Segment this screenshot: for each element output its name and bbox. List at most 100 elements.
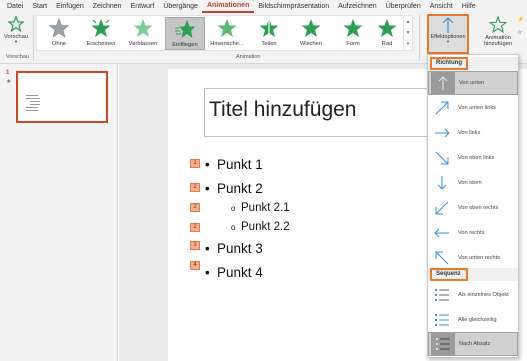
gallery-scroll[interactable]: ▲ ▼ ▾ bbox=[403, 16, 412, 50]
star-fly-in-icon bbox=[175, 20, 195, 38]
anim-fly-in[interactable]: Einfliegen bbox=[165, 17, 205, 50]
menu-bar: Datei Start Einfügen Zeichnen Entwurf Üb… bbox=[0, 0, 527, 13]
anim-label: Einfliegen bbox=[172, 42, 198, 48]
bullet-text: Punkt 1 bbox=[217, 157, 263, 172]
direction-from-top-left[interactable]: Von oben links bbox=[428, 146, 518, 170]
animation-tag[interactable]: 2 bbox=[190, 203, 200, 212]
animation-tag[interactable]: 1 bbox=[190, 159, 200, 168]
option-label: Als einzelnes Objekt bbox=[458, 292, 509, 298]
menu-draw[interactable]: Zeichnen bbox=[88, 1, 126, 12]
direction-from-bottom-left[interactable]: Von unten links bbox=[428, 96, 518, 120]
sequence-by-paragraph[interactable]: Nach Absatz bbox=[428, 332, 518, 356]
menu-file[interactable]: Datei bbox=[0, 1, 28, 12]
option-label: Von oben rechts bbox=[458, 205, 499, 211]
direction-from-right[interactable]: Von rechts bbox=[428, 221, 518, 245]
animation-tag[interactable]: 2 bbox=[190, 183, 200, 192]
arrow-up-left-icon bbox=[430, 247, 454, 269]
menu-design[interactable]: Entwurf bbox=[126, 1, 159, 12]
bullet-item[interactable]: • Punkt 3 bbox=[205, 241, 263, 256]
sequence-all-at-once[interactable]: Alle gleichzeitig bbox=[428, 308, 518, 332]
sequence-as-one-object[interactable]: Als einzelnes Objekt bbox=[428, 283, 518, 307]
effect-options-button[interactable]: Effektoptionen ▾ bbox=[427, 14, 469, 54]
anim-wipe[interactable]: Wischen bbox=[291, 17, 331, 47]
sub-bullet-item[interactable]: o Punkt 2.2 bbox=[231, 221, 290, 233]
thumb-line bbox=[26, 107, 38, 108]
anim-float-in[interactable]: Hineinsche... bbox=[207, 17, 247, 47]
arrow-up-icon bbox=[442, 17, 454, 33]
menu-view[interactable]: Ansicht bbox=[425, 1, 457, 12]
menu-start[interactable]: Start bbox=[28, 1, 52, 12]
thumb-line bbox=[26, 98, 40, 99]
slide-thumbnail-pane: 1 ★ bbox=[0, 64, 118, 361]
divider bbox=[33, 15, 34, 60]
anim-fade[interactable]: Verblassen bbox=[123, 17, 163, 47]
anim-split[interactable]: Teilen bbox=[249, 17, 289, 47]
bullet-item[interactable]: • Punkt 2 bbox=[205, 181, 263, 196]
slide-number: 1 bbox=[6, 70, 10, 76]
list-all-icon bbox=[430, 309, 454, 331]
option-label: Von unten bbox=[459, 80, 485, 86]
sub-bullet-item[interactable]: o Punkt 2.1 bbox=[231, 202, 290, 214]
star-wipe-icon bbox=[301, 19, 321, 37]
anim-label: Form bbox=[346, 41, 360, 47]
add-animation-button[interactable]: Animation hinzufügen bbox=[478, 16, 518, 47]
slide-thumbnail[interactable] bbox=[16, 71, 108, 123]
menu-transitions[interactable]: Übergänge bbox=[159, 1, 203, 12]
anim-none[interactable]: Ohne bbox=[39, 17, 79, 47]
preview-button[interactable]: Vorschau ▾ bbox=[2, 16, 30, 44]
direction-from-bottom[interactable]: Von unten bbox=[428, 71, 518, 95]
menu-record[interactable]: Aufzeichnen bbox=[334, 1, 382, 12]
anim-wheel[interactable]: Rad bbox=[367, 17, 407, 47]
option-label: Von oben bbox=[458, 180, 482, 186]
star-fade-icon bbox=[133, 19, 153, 37]
bullet-item[interactable]: • Punkt 4 bbox=[205, 265, 263, 280]
add-animation-label-2: hinzufügen bbox=[483, 41, 513, 47]
thumb-line bbox=[26, 110, 38, 111]
option-label: Nach Absatz bbox=[459, 341, 491, 347]
arrow-down-right-icon bbox=[430, 147, 454, 169]
thumb-line bbox=[26, 95, 38, 96]
arrow-up-right-icon bbox=[430, 97, 454, 119]
gallery-more-icon[interactable]: ▾ bbox=[407, 41, 410, 47]
star-appear-icon bbox=[91, 19, 111, 37]
direction-from-bottom-right[interactable]: Von unten rechts bbox=[428, 246, 518, 270]
effect-options-dropdown: Richtung Von unten Von unten links Von l… bbox=[427, 54, 519, 358]
scroll-down-icon[interactable]: ▼ bbox=[406, 30, 411, 36]
bullet-text: Punkt 4 bbox=[217, 265, 263, 280]
bullet-text: Punkt 3 bbox=[217, 241, 263, 256]
thumb-line bbox=[30, 104, 40, 105]
animation-pane-icon[interactable]: ☆ bbox=[517, 29, 522, 36]
direction-from-left[interactable]: Von links bbox=[428, 121, 518, 145]
list-single-icon bbox=[430, 284, 454, 306]
anim-appear[interactable]: Erscheinen bbox=[81, 17, 121, 47]
list-paragraph-icon bbox=[431, 333, 455, 355]
divider bbox=[419, 15, 420, 60]
option-label: Alle gleichzeitig bbox=[458, 317, 497, 323]
anim-label: Teilen bbox=[261, 41, 277, 47]
title-placeholder[interactable]: Titel hinzufügen bbox=[204, 88, 435, 137]
animation-group-label: Animation bbox=[236, 54, 261, 60]
direction-from-top[interactable]: Von oben bbox=[428, 171, 518, 195]
menu-insert[interactable]: Einfügen bbox=[52, 1, 89, 12]
animation-tag[interactable]: 2 bbox=[190, 223, 200, 232]
animation-tag[interactable]: 3 bbox=[190, 241, 200, 250]
menu-animations[interactable]: Animationen bbox=[202, 0, 254, 13]
arrow-down-icon bbox=[430, 172, 454, 194]
menu-help[interactable]: Hilfe bbox=[457, 1, 480, 12]
anim-label: Rad bbox=[381, 41, 393, 47]
animation-tag[interactable]: 4 bbox=[190, 261, 200, 270]
animation-painter-icon[interactable]: ⚡ bbox=[517, 16, 524, 23]
add-animation-star-icon bbox=[489, 16, 507, 34]
chevron-down-icon: ▾ bbox=[446, 39, 450, 44]
bullet-item[interactable]: • Punkt 1 bbox=[205, 157, 263, 172]
arrow-left-icon bbox=[430, 222, 454, 244]
menu-review[interactable]: Überprüfen bbox=[381, 1, 425, 12]
scroll-up-icon[interactable]: ▲ bbox=[406, 19, 411, 25]
arrow-up-icon bbox=[431, 72, 455, 94]
option-label: Von links bbox=[458, 130, 481, 136]
star-float-in-icon bbox=[217, 19, 237, 37]
menu-slideshow[interactable]: Bildschirmpräsentation bbox=[254, 1, 334, 12]
animation-star-icon: ★ bbox=[6, 79, 12, 85]
direction-from-top-right[interactable]: Von oben rechts bbox=[428, 196, 518, 220]
bullet-text: Punkt 2.2 bbox=[241, 221, 290, 233]
